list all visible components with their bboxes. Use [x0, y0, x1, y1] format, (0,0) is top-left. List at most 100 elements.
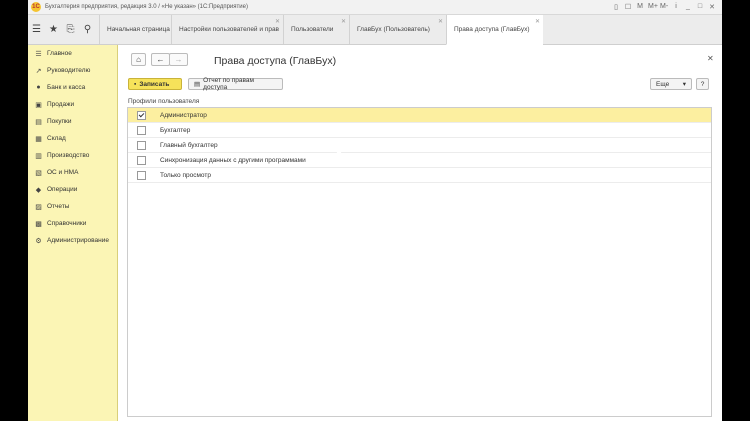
menu-icon: ☰ [35, 50, 42, 58]
profile-name: Синхронизация данных с другими программа… [160, 156, 306, 164]
checkbox[interactable] [137, 140, 146, 150]
tab-access-rights[interactable]: Права доступа (ГлавБух) ✕ [446, 15, 543, 45]
tab-user-settings[interactable]: Настройки пользователей и прав ✕ [171, 15, 283, 44]
chart-icon: ↗ [35, 67, 42, 75]
sidebar-item-label: Покупки [47, 118, 72, 125]
close-tab-icon[interactable]: ✕ [275, 18, 280, 25]
app-logo-icon: 1C [31, 2, 41, 12]
sales-icon: ▣ [35, 101, 42, 109]
sidebar-item-label: ОС и НМА [47, 169, 79, 176]
sidebar-item-label: Операции [47, 186, 78, 193]
form-title: Права доступа (ГлавБух) [214, 55, 337, 67]
list-item[interactable]: Главный бухгалтер [128, 138, 711, 153]
forward-arrow-icon[interactable]: → [169, 53, 188, 66]
purchases-icon: ▤ [35, 118, 42, 126]
panel-buttons: ☰ ★ ⎘ ⚲ [28, 15, 99, 44]
profile-name: Администратор [160, 111, 207, 119]
chevron-down-icon: ▾ [682, 81, 686, 88]
profile-name: Только просмотр [160, 171, 211, 179]
search-icon[interactable]: ⚲ [79, 15, 96, 44]
catalog-icon: ▩ [35, 220, 42, 228]
save-button[interactable]: ▪ Записать [128, 78, 182, 90]
sidebar-item-bank[interactable]: ● Банк и касса [28, 79, 117, 96]
window-control-4[interactable]: M- [660, 3, 668, 11]
list-item[interactable]: Администратор [128, 108, 711, 123]
window-control-0[interactable]: ▯ [612, 3, 620, 11]
sidebar-item-administration[interactable]: ⚙ Администрирование [28, 232, 117, 249]
sidebar-item-label: Банк и касса [47, 84, 86, 91]
tab-label: Пользователи [291, 26, 334, 33]
reports-icon: ▨ [35, 203, 42, 211]
tab-label: ГлавБух (Пользователь) [357, 26, 430, 33]
mouse-cursor-icon [336, 147, 342, 155]
sidebar-item-label: Отчеты [47, 203, 70, 210]
warehouse-icon: ▦ [35, 135, 42, 143]
favorites-star-icon[interactable]: ★ [45, 15, 62, 44]
window-control-1[interactable]: ☐ [624, 3, 632, 11]
more-button[interactable]: Еще ▾ [650, 78, 692, 90]
production-icon: ▥ [35, 152, 42, 160]
home-icon[interactable]: ⌂ [131, 53, 146, 66]
sidebar-item-reports[interactable]: ▨ Отчеты [28, 198, 117, 215]
checkbox[interactable] [137, 170, 146, 180]
help-button[interactable]: ? [696, 78, 709, 90]
sidebar-item-purchases[interactable]: ▤ Покупки [28, 113, 117, 130]
close-tab-icon[interactable]: ✕ [438, 18, 443, 25]
more-button-label: Еще [656, 80, 670, 88]
sidebar-item-label: Руководителю [47, 67, 91, 74]
bank-icon: ● [36, 84, 41, 91]
window-control-3[interactable]: M+ [648, 3, 658, 11]
close-tab-icon[interactable]: ✕ [341, 18, 346, 25]
window-control-5[interactable]: i [672, 3, 680, 11]
save-button-label: Записать [139, 80, 170, 88]
checkbox[interactable] [137, 125, 146, 135]
checkbox[interactable] [137, 155, 146, 165]
sidebar-item-label: Справочники [47, 220, 87, 227]
title-bar: 1C Бухгалтерия предприятия, редакция 3.0… [28, 0, 722, 15]
access-report-button[interactable]: ▤ Отчет по правам доступа [188, 77, 283, 91]
sidebar-item-label: Главное [47, 50, 72, 57]
checkbox[interactable] [137, 110, 146, 120]
list-item[interactable]: Только просмотр [128, 168, 711, 183]
window-title: Бухгалтерия предприятия, редакция 3.0 / … [45, 4, 248, 10]
tab-user-glavbuh[interactable]: ГлавБух (Пользователь) ✕ [349, 15, 446, 44]
sidebar-item-main[interactable]: ☰ Главное [28, 45, 117, 62]
profiles-list: Администратор Бухгалтер Главный бухгалте… [127, 107, 712, 417]
sidebar-item-catalogs[interactable]: ▩ Справочники [28, 215, 117, 232]
save-icon: ▪ [134, 80, 137, 88]
sidebar-item-sales[interactable]: ▣ Продажи [28, 96, 117, 113]
tab-home[interactable]: Начальная страница [99, 15, 171, 44]
history-icon[interactable]: ⎘ [62, 15, 79, 44]
profiles-group-label: Профили пользователя [128, 98, 200, 105]
report-icon: ▤ [194, 81, 201, 88]
gear-icon: ⚙ [35, 237, 42, 245]
close-form-icon[interactable]: ✕ [707, 54, 714, 63]
sidebar-item-label: Производство [47, 152, 90, 159]
form-header: ⌂ ← → Права доступа (ГлавБух) ✕ [118, 45, 722, 75]
sidebar-item-manager[interactable]: ↗ Руководителю [28, 62, 117, 79]
close-tab-icon[interactable]: ✕ [535, 18, 540, 25]
list-item[interactable]: Бухгалтер [128, 123, 711, 138]
sidebar-item-operations[interactable]: ◆ Операции [28, 181, 117, 198]
sidebar-item-label: Продажи [47, 101, 75, 108]
sidebar-item-warehouse[interactable]: ▦ Склад [28, 130, 117, 147]
maximize-button[interactable]: □ [696, 3, 704, 11]
sidebar-item-production[interactable]: ▥ Производство [28, 147, 117, 164]
close-window-button[interactable]: ✕ [708, 3, 716, 11]
form-area: ⌂ ← → Права доступа (ГлавБух) ✕ ▪ Записа… [118, 45, 722, 421]
list-item[interactable]: Синхронизация данных с другими программа… [128, 153, 711, 168]
minimize-button[interactable]: _ [684, 3, 692, 11]
window-control-2[interactable]: M [636, 3, 644, 11]
sidebar-item-label: Администрирование [47, 237, 109, 244]
profile-name: Бухгалтер [160, 126, 191, 134]
sidebar-item-assets[interactable]: ▧ ОС и НМА [28, 164, 117, 181]
profile-name: Главный бухгалтер [160, 141, 218, 149]
sections-menu-icon[interactable]: ☰ [28, 15, 45, 44]
back-arrow-icon[interactable]: ← [151, 53, 170, 66]
help-button-label: ? [700, 80, 705, 88]
tab-users[interactable]: Пользователи ✕ [283, 15, 349, 44]
sidebar-item-label: Склад [47, 135, 66, 142]
tab-label: Начальная страница [107, 26, 170, 33]
access-report-label: Отчет по правам доступа [203, 77, 254, 91]
operations-icon: ◆ [35, 186, 42, 194]
